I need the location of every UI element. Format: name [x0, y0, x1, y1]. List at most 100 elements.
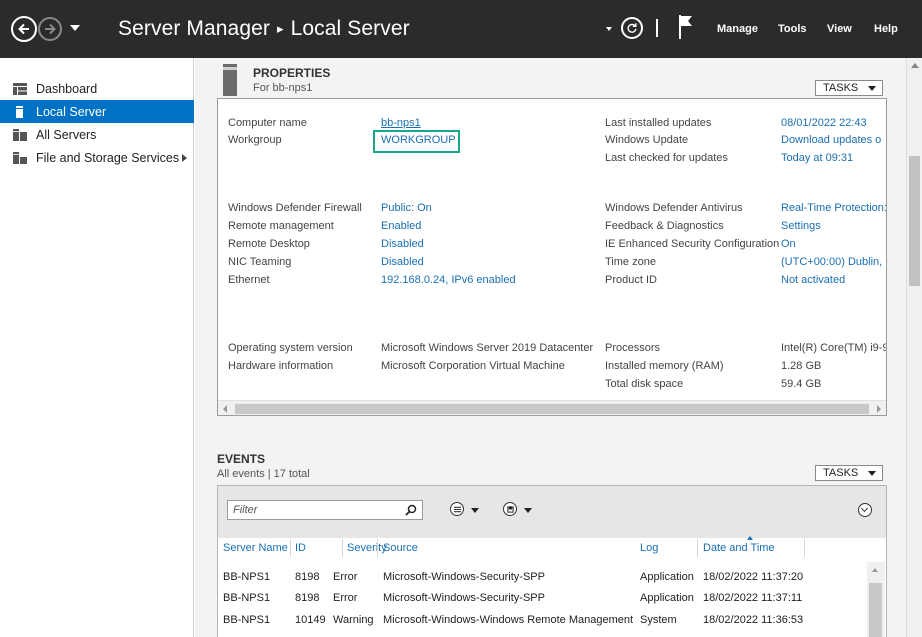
- column-header-server-name[interactable]: Server Name: [223, 542, 288, 554]
- sidebar-item-label: Dashboard: [36, 81, 98, 96]
- remote-management-link[interactable]: Enabled: [381, 220, 421, 232]
- back-button[interactable]: [11, 16, 37, 42]
- events-title: EVENTS: [217, 452, 266, 466]
- property-label: Installed memory (RAM): [605, 360, 724, 372]
- flag-icon[interactable]: [678, 14, 694, 40]
- scroll-up-icon[interactable]: [911, 63, 919, 68]
- remote-desktop-link[interactable]: Disabled: [381, 238, 424, 250]
- property-label: Windows Update: [605, 134, 689, 146]
- feedback-settings-link[interactable]: Settings: [781, 220, 821, 232]
- cell-server-name: BB-NPS1: [223, 592, 271, 604]
- column-header-source[interactable]: Source: [383, 542, 418, 554]
- events-vertical-scrollbar[interactable]: [867, 562, 885, 637]
- chevron-down-icon[interactable]: [524, 508, 532, 513]
- column-header-log[interactable]: Log: [640, 542, 658, 554]
- property-label: Remote management: [228, 220, 334, 232]
- events-tasks-button[interactable]: TASKS: [815, 465, 883, 481]
- menu-help[interactable]: Help: [874, 23, 898, 35]
- sidebar-item-all-servers[interactable]: All Servers: [0, 123, 194, 146]
- sidebar-item-local-server[interactable]: Local Server: [0, 100, 194, 123]
- column-header-date-time[interactable]: Date and Time: [703, 542, 775, 554]
- time-zone-link[interactable]: (UTC+00:00) Dublin, E: [781, 256, 886, 268]
- filter-list-button[interactable]: [450, 502, 464, 516]
- title-bar: Server Manager ▸ Local Server Manage Tools…: [0, 0, 922, 58]
- header-divider: [656, 19, 658, 37]
- menu-tools[interactable]: Tools: [778, 23, 807, 35]
- history-dropdown-icon[interactable]: [70, 25, 80, 31]
- cell-source: Microsoft-Windows-Security-SPP: [383, 592, 545, 604]
- property-label: IE Enhanced Security Configuration: [605, 238, 780, 250]
- cell-server-name: BB-NPS1: [223, 571, 271, 583]
- cell-id: 8198: [295, 571, 320, 583]
- sidebar-item-dashboard[interactable]: Dashboard: [0, 77, 194, 100]
- notifications-dropdown-icon[interactable]: [606, 27, 612, 31]
- column-divider: [377, 539, 378, 557]
- expand-button[interactable]: [858, 503, 872, 517]
- os-version-value: Microsoft Windows Server 2019 Datacenter: [381, 342, 594, 354]
- chevron-down-icon[interactable]: [471, 508, 479, 513]
- file-storage-icon: [13, 151, 27, 164]
- sidebar-item-label: All Servers: [36, 127, 97, 142]
- ie-esc-link[interactable]: On: [781, 238, 796, 250]
- last-checked-link[interactable]: Today at 09:31: [781, 152, 853, 164]
- column-divider: [697, 539, 698, 557]
- sidebar: Dashboard Local Server All Servers File …: [0, 58, 194, 637]
- property-label: Workgroup: [228, 134, 282, 146]
- nic-teaming-link[interactable]: Disabled: [381, 256, 424, 268]
- menu-manage[interactable]: Manage: [717, 23, 758, 35]
- menu-view[interactable]: View: [827, 23, 852, 35]
- properties-panel: Computer name bb-nps1 Workgroup WORKGROU…: [217, 98, 887, 416]
- properties-section-icon: [223, 64, 237, 96]
- property-label: Windows Defender Firewall: [228, 202, 362, 214]
- property-label: Windows Defender Antivirus: [605, 202, 743, 214]
- properties-tasks-button[interactable]: TASKS: [815, 80, 883, 96]
- scroll-right-icon[interactable]: [877, 405, 881, 413]
- local-server-icon: [16, 105, 23, 118]
- disk-space-value: 59.4 GB: [781, 378, 822, 390]
- forward-button[interactable]: [38, 17, 62, 41]
- list-icon: [453, 506, 461, 512]
- processors-value: Intel(R) Core(TM) i9-9: [781, 342, 887, 354]
- property-label: Total disk space: [605, 378, 684, 390]
- antivirus-link[interactable]: Real-Time Protection:: [781, 202, 886, 214]
- cell-source: Microsoft-Windows-Security-SPP: [383, 571, 545, 583]
- cell-log: Application: [640, 592, 694, 604]
- column-header-id[interactable]: ID: [295, 542, 306, 554]
- page-title: Server Manager ▸ Local Server: [118, 17, 410, 41]
- properties-title: PROPERTIES: [253, 66, 331, 80]
- property-label: Time zone: [605, 256, 656, 268]
- firewall-link[interactable]: Public: On: [381, 202, 432, 214]
- scroll-left-icon[interactable]: [223, 405, 227, 413]
- tasks-label: TASKS: [823, 467, 859, 479]
- properties-horizontal-scrollbar[interactable]: [218, 400, 886, 415]
- events-panel: Filter Server Name ID Severity Source Lo…: [217, 485, 887, 637]
- product-id-link[interactable]: Not activated: [781, 274, 845, 286]
- tasks-label: TASKS: [823, 82, 859, 94]
- sidebar-item-file-storage[interactable]: File and Storage Services: [0, 146, 194, 169]
- refresh-button[interactable]: [621, 17, 643, 39]
- ethernet-link[interactable]: 192.168.0.24, IPv6 enabled: [381, 274, 516, 286]
- scrollbar-thumb[interactable]: [869, 583, 882, 637]
- property-label: Computer name: [228, 117, 307, 129]
- sidebar-item-label: File and Storage Services: [36, 150, 180, 165]
- search-icon[interactable]: [405, 504, 417, 516]
- saved-queries-button[interactable]: [503, 502, 517, 516]
- column-header-severity[interactable]: Severity: [347, 542, 387, 554]
- workgroup-highlight: [373, 130, 460, 153]
- main-vertical-scrollbar[interactable]: [906, 58, 922, 637]
- scroll-up-icon[interactable]: [872, 568, 878, 572]
- cell-severity: Warning: [333, 614, 374, 626]
- computer-name-link[interactable]: bb-nps1: [381, 117, 421, 129]
- scrollbar-thumb[interactable]: [235, 404, 869, 414]
- column-divider: [804, 539, 805, 557]
- scrollbar-thumb[interactable]: [909, 156, 920, 286]
- memory-value: 1.28 GB: [781, 360, 822, 372]
- cell-severity: Error: [333, 571, 358, 583]
- chevron-right-icon[interactable]: [182, 154, 187, 162]
- cell-date-time: 18/02/2022 11:37:11: [703, 592, 803, 604]
- saved-query-icon: [506, 505, 514, 513]
- events-filter-input[interactable]: Filter: [227, 500, 423, 520]
- last-installed-updates-link[interactable]: 08/01/2022 22:43: [781, 117, 867, 129]
- property-label: Product ID: [605, 274, 657, 286]
- windows-update-link[interactable]: Download updates o: [781, 134, 881, 146]
